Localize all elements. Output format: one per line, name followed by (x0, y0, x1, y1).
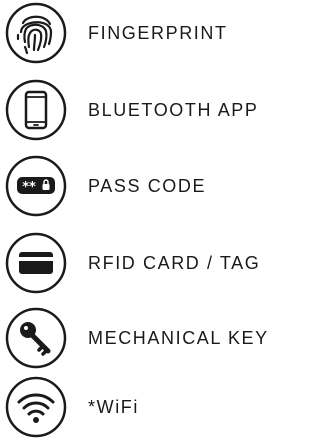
feature-label: *WiFi (88, 396, 139, 417)
card-icon (5, 232, 67, 294)
feature-label: BLUETOOTH APP (88, 99, 259, 120)
feature-rfid-card: RFID CARD / TAG (5, 232, 295, 294)
passcode-stars: ** (22, 180, 36, 195)
key-icon (5, 307, 67, 369)
unlock-methods-list: FINGERPRINT BLUETOOTH APP ** PASS CODE R… (0, 0, 300, 443)
feature-label: RFID CARD / TAG (88, 252, 261, 273)
wifi-icon (5, 376, 67, 438)
feature-wifi: *WiFi (5, 376, 295, 438)
feature-bluetooth-app: BLUETOOTH APP (5, 79, 295, 141)
passcode-icon: ** (5, 155, 67, 217)
feature-fingerprint: FINGERPRINT (5, 2, 295, 64)
feature-mechanical-key: MECHANICAL KEY (5, 307, 295, 369)
feature-label: MECHANICAL KEY (88, 327, 269, 348)
feature-pass-code: ** PASS CODE (5, 155, 295, 217)
fingerprint-icon (5, 2, 67, 64)
smartphone-icon (5, 79, 67, 141)
feature-label: FINGERPRINT (88, 22, 228, 43)
feature-label: PASS CODE (88, 175, 207, 196)
